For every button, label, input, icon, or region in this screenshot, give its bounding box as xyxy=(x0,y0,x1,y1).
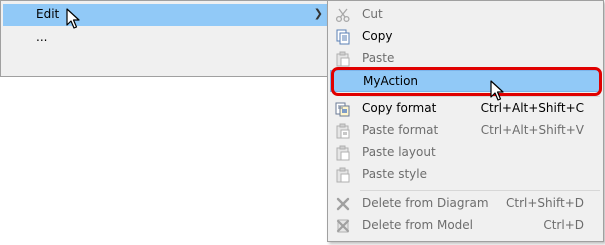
menu-item-edit[interactable]: Edit ❯ xyxy=(3,4,329,26)
submenu-item-cut[interactable]: Cut xyxy=(330,4,601,26)
paste-format-icon xyxy=(335,122,351,140)
delete-model-icon xyxy=(335,217,351,235)
submenu-item-copy[interactable]: Copy xyxy=(330,26,601,48)
submenu-item-paste-layout[interactable]: Paste layout xyxy=(330,142,601,164)
copy-icon xyxy=(335,28,351,46)
submenu-item-paste-style[interactable]: Paste style xyxy=(330,164,601,186)
submenu-item-delete-from-model[interactable]: Delete from Model Ctrl+D xyxy=(330,215,601,237)
edit-submenu: Cut Copy Paste MyAction Copy format Ctrl… xyxy=(327,0,604,242)
submenu-item-myaction[interactable]: MyAction xyxy=(330,70,601,92)
copy-format-icon xyxy=(335,100,351,118)
submenu-item-shortcut: Ctrl+Shift+D xyxy=(506,196,584,210)
submenu-item-shortcut: Ctrl+Alt+Shift+C xyxy=(480,101,584,115)
menu-item-more[interactable]: ... xyxy=(3,27,329,49)
submenu-item-shortcut: Ctrl+D xyxy=(543,218,584,232)
submenu-item-label: Paste layout xyxy=(362,145,436,159)
menu-item-more-label: ... xyxy=(36,30,48,44)
submenu-item-delete-from-diagram[interactable]: Delete from Diagram Ctrl+Shift+D xyxy=(330,193,601,215)
mouse-cursor-icon xyxy=(66,8,80,29)
submenu-item-paste-format[interactable]: Paste format Ctrl+Alt+Shift+V xyxy=(330,120,601,142)
submenu-arrow-icon: ❯ xyxy=(313,7,323,20)
submenu-item-label: Delete from Diagram xyxy=(362,196,489,210)
submenu-item-label: Copy format xyxy=(362,101,437,115)
menu-item-edit-label: Edit xyxy=(36,7,60,21)
submenu-item-label: Paste style xyxy=(362,167,427,181)
paste-layout-icon xyxy=(335,144,351,162)
menu-separator xyxy=(360,190,600,191)
submenu-item-shortcut: Ctrl+Alt+Shift+V xyxy=(480,123,584,137)
paste-icon xyxy=(335,50,351,68)
submenu-item-label: Copy xyxy=(362,29,393,43)
submenu-item-label: MyAction xyxy=(363,74,419,88)
submenu-item-copy-format[interactable]: Copy format Ctrl+Alt+Shift+C xyxy=(330,98,601,120)
mouse-cursor-icon xyxy=(490,80,504,101)
submenu-item-paste[interactable]: Paste xyxy=(330,48,601,70)
paste-style-icon xyxy=(335,166,351,184)
submenu-item-label: Paste xyxy=(362,51,395,65)
scissors-icon xyxy=(335,6,351,24)
submenu-item-label: Delete from Model xyxy=(362,218,474,232)
submenu-item-label: Paste format xyxy=(362,123,439,137)
menu-separator xyxy=(360,96,600,97)
context-menu: Edit ❯ ... xyxy=(0,0,330,77)
delete-diagram-icon xyxy=(335,195,351,213)
submenu-item-label: Cut xyxy=(362,7,383,21)
